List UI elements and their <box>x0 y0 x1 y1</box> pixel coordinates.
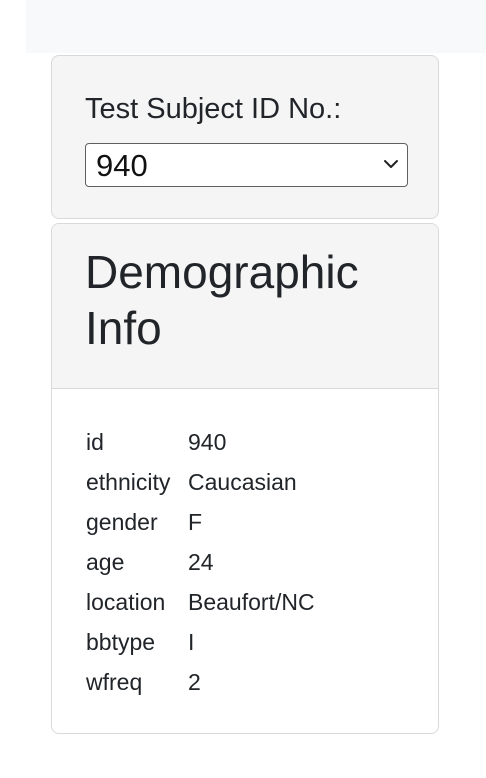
info-key: id <box>86 428 104 455</box>
info-key: bbtype <box>86 628 156 655</box>
info-value: 24 <box>188 548 214 575</box>
info-value: I <box>188 628 195 655</box>
info-value: 2 <box>188 668 201 695</box>
demographic-info-panel: Demographic Info id 940 ethnicity Caucas… <box>51 223 439 734</box>
info-row-bbtype: bbtype I <box>86 622 315 662</box>
info-row-gender: gender F <box>86 502 315 542</box>
info-key: wfreq <box>86 668 143 695</box>
panel-body: id 940 ethnicity Caucasian gender F age … <box>86 422 315 702</box>
info-row-ethnicity: ethnicity Caucasian <box>86 462 315 502</box>
subject-id-select[interactable]: 940 <box>85 143 408 187</box>
info-key: location <box>86 588 166 615</box>
subject-id-label: Test Subject ID No.: <box>85 93 342 125</box>
info-key: gender <box>86 508 158 535</box>
panel-title: Demographic Info <box>85 246 359 354</box>
panel-heading: Demographic Info <box>52 224 438 389</box>
info-value: F <box>188 508 203 535</box>
subject-id-selected-value: 940 <box>96 148 148 183</box>
info-row-location: location Beaufort/NC <box>86 582 315 622</box>
info-key: age <box>86 548 125 575</box>
info-value: Beaufort/NC <box>188 588 315 615</box>
subject-selector-well: Test Subject ID No.: 940 <box>51 55 439 219</box>
info-row-id: id 940 <box>86 422 315 462</box>
info-row-age: age 24 <box>86 542 315 582</box>
top-bar-background <box>26 0 486 53</box>
info-value: Caucasian <box>188 468 297 495</box>
info-key: ethnicity <box>86 468 171 495</box>
info-value: 940 <box>188 428 227 455</box>
chevron-down-icon <box>384 160 398 168</box>
info-row-wfreq: wfreq 2 <box>86 662 315 702</box>
